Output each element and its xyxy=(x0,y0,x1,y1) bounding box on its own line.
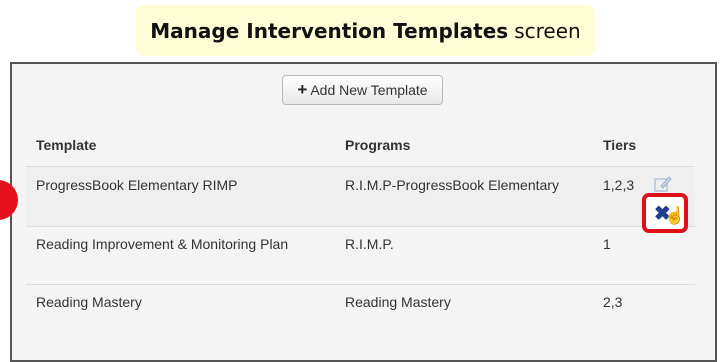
table-row-tiers: 1 xyxy=(603,236,611,252)
row-divider xyxy=(26,226,695,227)
plus-icon: + xyxy=(297,80,308,99)
header-programs: Programs xyxy=(345,137,411,153)
caption-title: Manage Intervention Templates xyxy=(150,18,509,43)
header-tiers: Tiers xyxy=(603,137,637,153)
table-row-tiers: 1,2,3 xyxy=(603,177,635,193)
table-row-hover xyxy=(26,167,695,226)
caption-suffix: screen xyxy=(514,18,581,43)
screen-caption: Manage Intervention Templates screen xyxy=(136,5,595,56)
add-new-template-button[interactable]: + Add New Template xyxy=(282,75,443,105)
delete-template-button[interactable]: ✖ ☝ xyxy=(642,193,688,233)
add-new-template-label: Add New Template xyxy=(310,82,428,98)
edit-icon[interactable] xyxy=(653,174,673,194)
row-divider xyxy=(26,284,695,285)
table-row-tiers: 2,3 xyxy=(603,294,623,310)
table-row-template: Reading Improvement & Monitoring Plan xyxy=(36,236,289,252)
header-template: Template xyxy=(36,137,97,153)
table-row-template: ProgressBook Elementary RIMP xyxy=(36,177,238,193)
table-row-programs: R.I.M.P. xyxy=(345,236,394,252)
table-row-template: Reading Mastery xyxy=(36,294,142,310)
hand-cursor-icon: ☝ xyxy=(664,206,686,225)
table-row-programs: Reading Mastery xyxy=(345,294,451,310)
table-row-programs: R.I.M.P-ProgressBook Elementary xyxy=(345,177,559,193)
